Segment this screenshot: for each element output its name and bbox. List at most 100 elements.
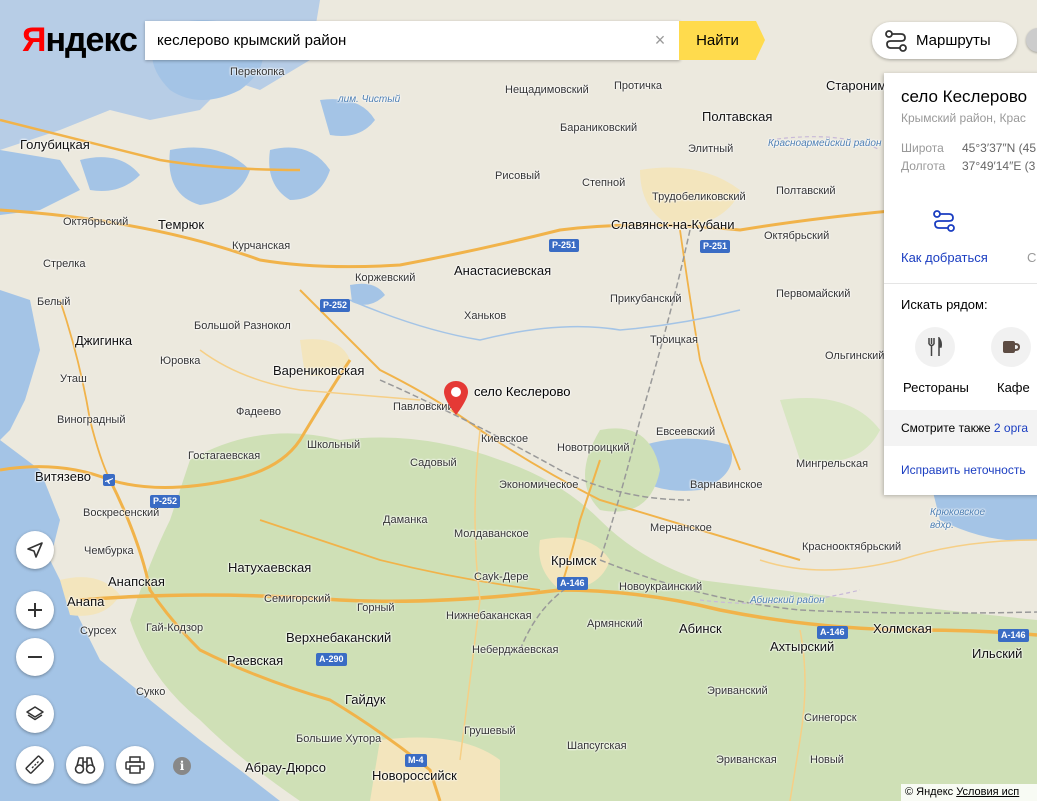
road-shield: A-146 [557,577,588,590]
place-label: Евсеевский [656,426,716,438]
place-label: Витязево [35,469,91,484]
terms-link[interactable]: Условия исп [956,786,1019,798]
place-label: Мингрельская [796,458,869,470]
zoom-out-button[interactable] [16,638,54,676]
road-shield: A-146 [817,626,848,639]
road-shield: P-252 [150,495,181,508]
place-label: Джигинка [75,333,133,348]
search-input[interactable] [145,21,645,60]
route-icon [885,29,907,52]
place-label: Экономическое [499,479,579,491]
place-label: Большой Разнокол [194,320,291,332]
yandex-logo[interactable]: Яндекс [22,22,138,58]
place-label: Прикубанский [610,293,682,305]
place-label: Семигорский [264,593,331,605]
road-shield: P-252 [320,299,351,312]
place-label: Неберджаевская [472,644,559,656]
place-label: Эриванская [716,754,777,766]
place-label: Эриванский [707,685,768,697]
see-also-link[interactable]: 2 орга [994,421,1028,435]
ruler-icon [25,755,44,774]
print-button[interactable] [116,746,154,784]
layers-button[interactable] [16,695,54,733]
ruler-button[interactable] [16,746,54,784]
place-label: Горный [357,602,395,614]
routes-button[interactable]: Маршруты [872,22,1017,59]
info-icon[interactable]: i [173,757,191,775]
restaurants-button[interactable] [915,327,955,367]
place-label: Крюковское вдхр. [930,507,986,531]
place-label: Красноармейский район [768,138,882,149]
place-label: Абинск [679,621,722,636]
place-label: Степной [582,177,626,189]
place-label: Ахтырский [770,639,835,654]
road-shield: P-251 [700,240,731,253]
printer-icon [125,756,145,774]
divider [884,283,1037,284]
place-label: Киевское [481,433,529,445]
place-label: Шапсугская [567,740,627,752]
place-label: Армянский [587,618,643,630]
place-label: Новый [810,754,844,766]
card-title: село Кеслерово [901,87,1028,106]
place-label: Трудобеликовский [652,191,746,203]
place-label: Суpсех [80,625,117,637]
place-label: Славянск-на-Кубани [611,217,735,232]
place-label: Темрюк [158,217,205,232]
cafe-button[interactable] [991,327,1031,367]
place-label: Курчанская [232,240,291,252]
layers-icon [26,706,44,721]
find-button[interactable]: Найти [679,21,765,60]
marker-label[interactable]: село Кеслерово [474,384,570,399]
nearby-label: Искать рядом: [901,297,988,312]
coffee-cup-icon [1003,341,1021,353]
place-label: Ильский [972,646,1023,661]
place-label: Элитный [688,143,734,155]
road-shield: A-146 [998,629,1029,642]
clear-icon[interactable]: × [652,31,668,49]
place-label: Уташ [60,373,87,385]
route-icon[interactable] [932,209,956,238]
location-pin-icon[interactable] [443,380,469,421]
place-label: Мерчанское [650,522,712,534]
place-label: Бараниковский [560,122,638,134]
road-shield: M-4 [405,754,427,767]
how-to-get-link[interactable]: Как добраться [901,250,988,265]
copyright: © Яндекс Условия исп [901,784,1037,801]
place-label: Абрау-Дюрсо [245,760,326,775]
place-label: Варениковская [273,363,365,378]
place-label: Новотроицкий [557,442,630,454]
place-label: Троицкая [650,334,698,346]
place-label: Анапская [108,574,165,589]
place-label: Чембурка [84,545,134,557]
road-shield: P-251 [549,239,580,252]
cafe-label[interactable]: Кафе [997,380,1030,395]
binoculars-icon [74,757,96,774]
copyright-text: © Яндекс [905,786,954,798]
geolocation-button[interactable] [16,531,54,569]
place-label: Полтавская [702,109,773,124]
see-also-row: Смотрите также 2 орга [884,410,1037,446]
place-label: Стрелка [43,258,86,270]
plus-icon [28,603,42,617]
place-label: Анапа [67,594,105,609]
restaurants-label[interactable]: Рестораны [903,380,969,395]
place-label: Сукко [136,686,166,698]
place-label: Новороссийск [372,768,457,783]
card-truncated-label[interactable]: С [1027,250,1036,265]
place-label: Варнавинское [690,479,763,491]
place-label: Молдаванское [454,528,529,540]
place-label: Ханьков [464,310,507,322]
place-label: Нещадимовский [505,84,589,96]
fix-inaccuracy-link[interactable]: Исправить неточность [901,463,1026,477]
place-label: Натухаевская [228,560,312,575]
place-label: Садовый [410,457,457,469]
map-canvas[interactable]: Перекопка лим. Чистый Нещадимовский Прот… [0,0,1037,801]
zoom-in-button[interactable] [16,591,54,629]
place-label: Перекопка [230,66,285,78]
place-label: Первомайский [776,288,851,300]
card-subtitle: Крымский район, Крас [901,111,1026,125]
place-label: Большие Хутора [296,733,382,745]
place-label: Ольгинский [825,350,885,362]
panorama-button[interactable] [66,746,104,784]
